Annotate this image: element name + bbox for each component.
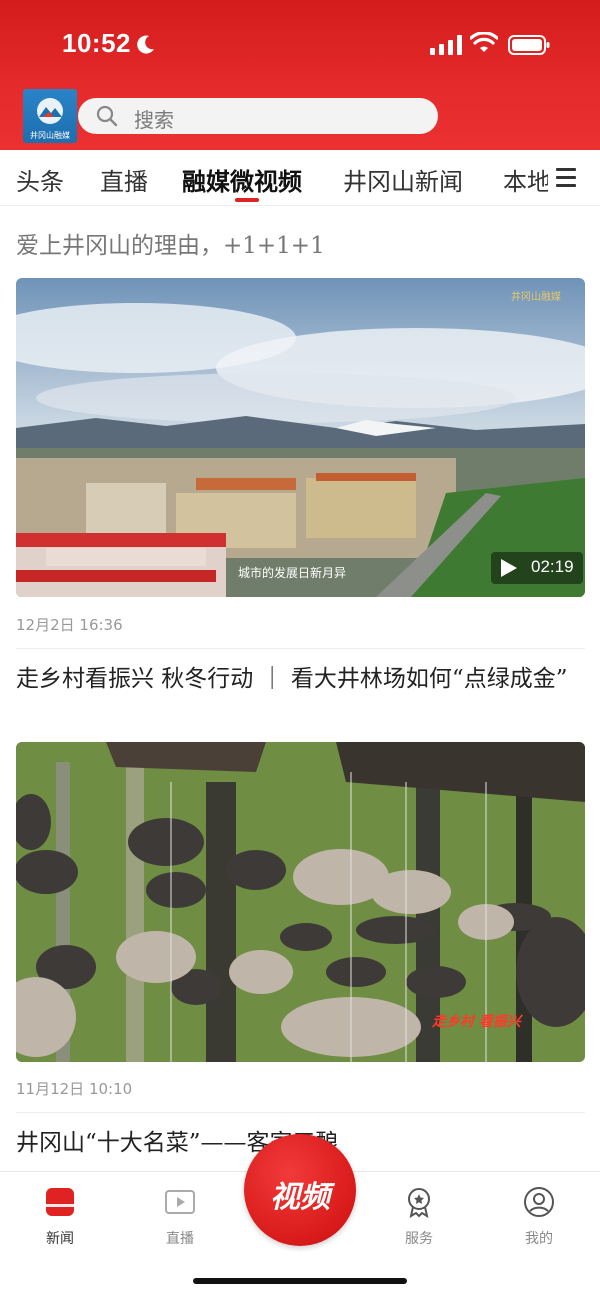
profile-icon <box>524 1187 554 1217</box>
tab-local[interactable]: 本地 <box>503 162 551 197</box>
video-thumbnail[interactable]: 井冈山融媒 城市的发展日新月异 02:19 <box>16 278 585 597</box>
mushroom-logs-image: 走乡村 看振兴 <box>16 742 585 1062</box>
category-tabs: 头条 直播 融媒微视频 井冈山新闻 本地 <box>0 150 600 206</box>
video-duration: 02:19 <box>531 557 574 576</box>
video-caption: 走乡村 看振兴 <box>431 1013 524 1030</box>
nav-live[interactable]: 直播 <box>140 1182 220 1252</box>
search-bar[interactable]: 搜索 <box>78 98 438 134</box>
search-icon <box>96 105 118 127</box>
play-icon <box>501 559 517 577</box>
moon-icon <box>137 35 154 54</box>
nav-label: 直播 <box>166 1231 194 1247</box>
feed-divider <box>16 648 585 649</box>
video-center-button[interactable]: 视频 <box>244 1134 356 1246</box>
video-caption: 城市的发展日新月异 <box>238 565 346 580</box>
video-button-label: 视频 <box>270 1180 330 1215</box>
nav-label: 服务 <box>405 1231 433 1247</box>
tab-micro-video[interactable]: 融媒微视频 <box>182 162 302 197</box>
feed-item-title[interactable]: 爱上井冈山的理由，+1+1+1 <box>16 229 586 263</box>
logo-label: 井冈山融媒 <box>30 131 70 140</box>
feed-divider <box>16 1112 585 1113</box>
search-placeholder: 搜索 <box>134 108 174 132</box>
app-header: 10:52 井冈山融媒 搜索 <box>0 0 600 150</box>
status-bar: 10:52 <box>0 0 600 90</box>
home-indicator[interactable] <box>193 1278 407 1284</box>
tab-headlines[interactable]: 头条 <box>16 162 64 197</box>
tab-menu-icon[interactable] <box>548 160 588 192</box>
nav-news[interactable]: 新闻 <box>20 1182 100 1252</box>
wifi-icon <box>470 32 498 52</box>
post-date: 12月2日 16:36 <box>16 616 123 634</box>
live-icon <box>165 1190 195 1214</box>
nav-label: 新闻 <box>46 1231 74 1247</box>
city-landscape-image: 井冈山融媒 城市的发展日新月异 <box>16 278 585 597</box>
nav-profile[interactable]: 我的 <box>499 1182 579 1252</box>
app-logo[interactable]: 井冈山融媒 <box>23 89 77 143</box>
status-time: 10:52 <box>62 28 131 58</box>
signal-icon <box>430 35 462 55</box>
play-badge[interactable]: 02:19 <box>491 552 583 584</box>
tab-jinggangshan-news[interactable]: 井冈山新闻 <box>343 162 463 197</box>
news-icon <box>46 1188 74 1216</box>
nav-service[interactable]: 服务 <box>379 1182 459 1252</box>
tab-live[interactable]: 直播 <box>100 162 148 197</box>
feed-item-title[interactable]: 走乡村看振兴 秋冬行动 ｜ 看大井林场如何“点绿成金” <box>16 662 586 696</box>
active-tab-indicator <box>235 198 259 202</box>
post-date: 11月12日 10:10 <box>16 1080 133 1098</box>
nav-label: 我的 <box>525 1231 553 1247</box>
video-thumbnail[interactable]: 走乡村 看振兴 <box>16 742 585 1062</box>
service-icon <box>408 1188 430 1218</box>
battery-icon <box>508 35 550 55</box>
watermark: 井冈山融媒 <box>511 290 561 303</box>
